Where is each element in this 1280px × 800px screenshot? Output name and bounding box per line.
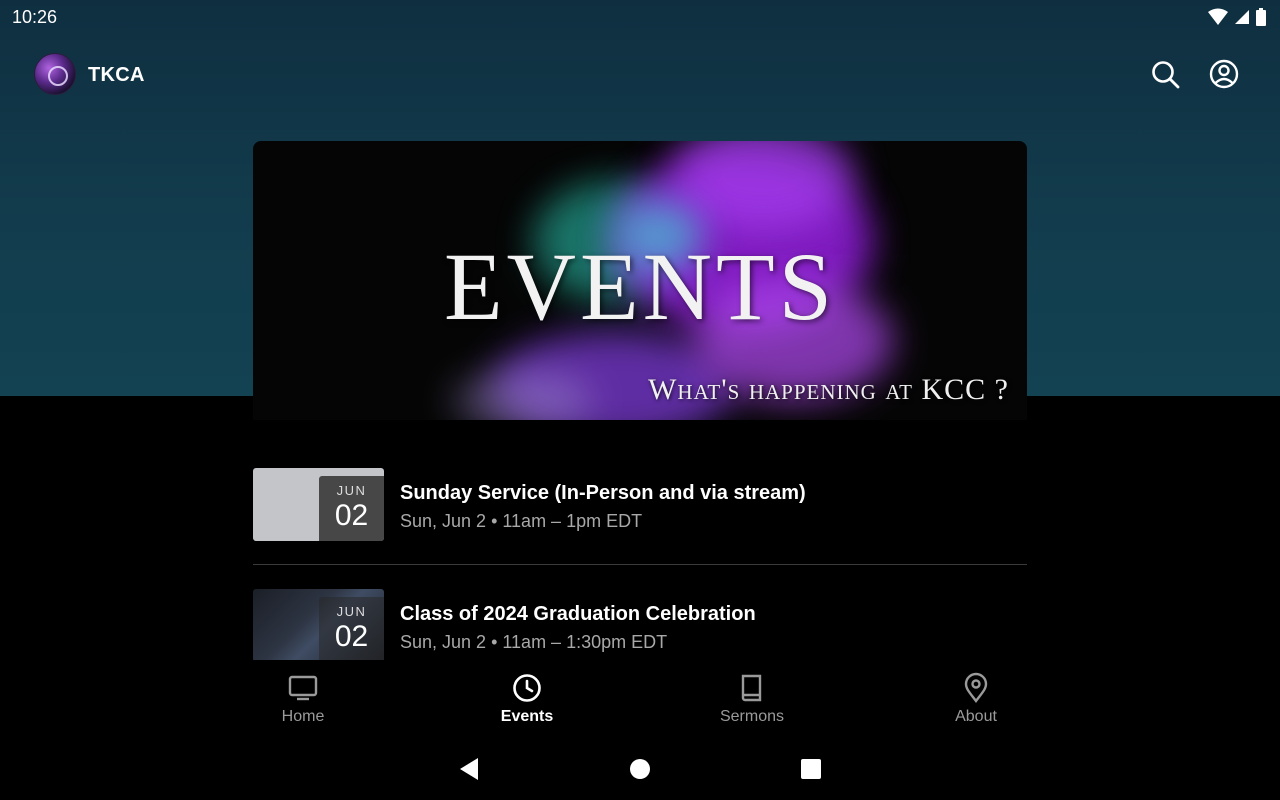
home-icon[interactable] <box>627 756 653 782</box>
nav-item-about[interactable]: About <box>916 672 1036 726</box>
banner-title: EVENTS <box>444 233 836 340</box>
search-icon[interactable] <box>1149 58 1181 90</box>
date-day: 02 <box>334 499 369 532</box>
account-icon[interactable] <box>1208 58 1240 90</box>
event-thumbnail: JUN 02 <box>253 589 384 662</box>
status-time: 10:26 <box>12 7 58 27</box>
event-title: Class of 2024 Graduation Celebration <box>400 603 756 625</box>
event-time: Sun, Jun 2 • 11am – 1pm EDT <box>400 511 643 531</box>
event-time: Sun, Jun 2 • 11am – 1:30pm EDT <box>400 632 668 652</box>
events-banner: EVENTS What's happening at KCC ? <box>253 141 1027 420</box>
app-bar: TKCA <box>0 50 1280 102</box>
nav-label: Home <box>281 708 325 725</box>
clock-icon <box>513 674 541 702</box>
wifi-icon <box>1208 8 1228 25</box>
nav-item-events[interactable]: Events <box>467 672 587 726</box>
nav-item-sermons[interactable]: Sermons <box>692 672 812 726</box>
status-icons <box>1208 8 1266 26</box>
bottom-navigation: Home Events Sermons About <box>0 660 1280 740</box>
date-day: 02 <box>334 620 369 653</box>
event-list-item[interactable]: JUN 02 Sunday Service (In-Person and via… <box>253 468 1027 589</box>
event-title: Sunday Service (In-Person and via stream… <box>400 482 806 504</box>
list-divider <box>253 564 1027 565</box>
battery-icon <box>1256 8 1266 26</box>
church-logo-avatar[interactable] <box>34 53 76 95</box>
banner-subtitle: What's happening at KCC ? <box>648 373 1009 406</box>
status-bar: 10:26 <box>0 0 1280 34</box>
signal-icon <box>1235 10 1249 24</box>
system-navigation-bar <box>0 740 1280 800</box>
date-badge: JUN 02 <box>319 597 384 662</box>
date-month: JUN <box>336 604 367 619</box>
back-icon[interactable] <box>456 756 482 782</box>
nav-label: About <box>955 708 997 725</box>
tv-icon <box>288 675 318 701</box>
recents-icon[interactable] <box>798 756 824 782</box>
nav-item-home[interactable]: Home <box>243 672 363 726</box>
event-thumbnail: JUN 02 <box>253 468 384 541</box>
book-icon <box>741 674 762 702</box>
nav-label: Sermons <box>719 708 785 725</box>
date-month: JUN <box>336 483 367 498</box>
app-title: TKCA <box>88 64 145 86</box>
nav-label: Events <box>500 708 554 725</box>
date-badge: JUN 02 <box>319 476 384 541</box>
location-pin-icon <box>964 672 988 703</box>
